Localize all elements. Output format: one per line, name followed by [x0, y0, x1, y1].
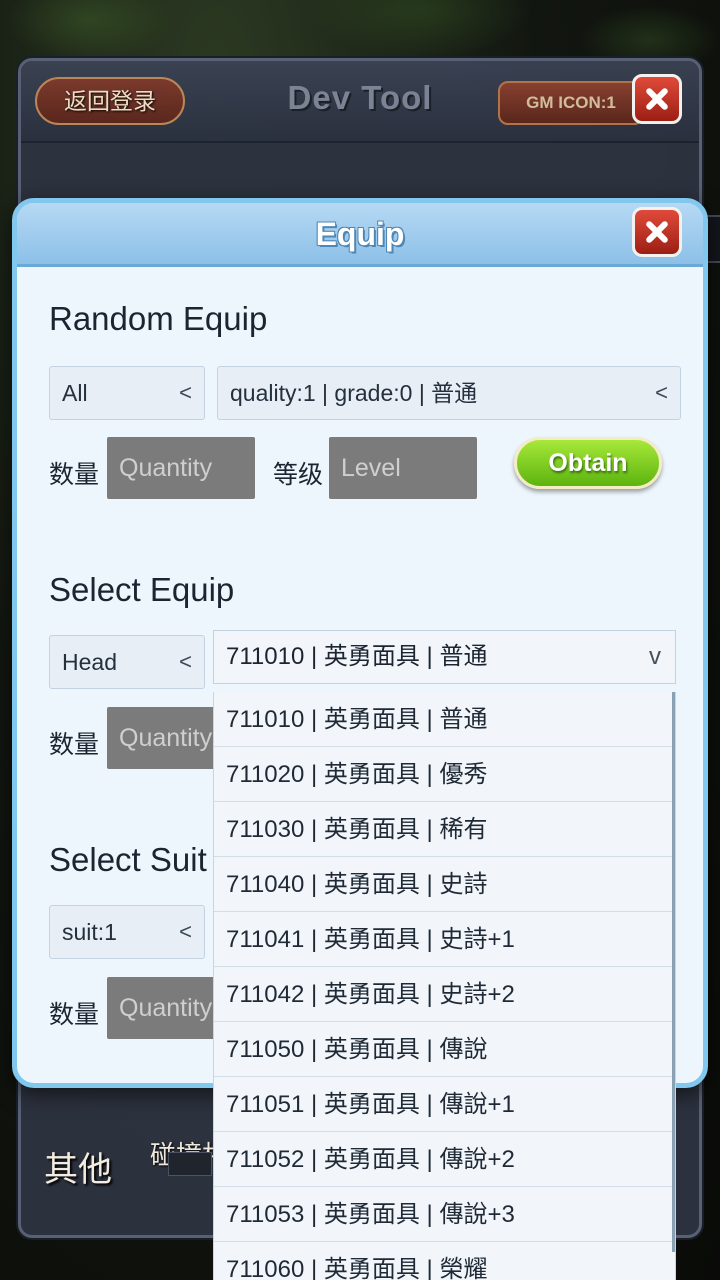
other-toggle-box[interactable]	[168, 1152, 212, 1176]
select-equip-quantity-label: 数量	[49, 731, 100, 759]
list-item[interactable]: 711053 | 英勇面具 | 傳說+3	[214, 1187, 675, 1242]
list-item[interactable]: 711010 | 英勇面具 | 普通	[214, 692, 675, 747]
list-item[interactable]: 711040 | 英勇面具 | 史詩	[214, 857, 675, 912]
select-suit-value: suit:1	[62, 919, 117, 945]
chevron-left-icon: <	[179, 649, 192, 674]
dropdown-scrollbar[interactable]	[672, 692, 675, 1252]
list-item[interactable]: 711041 | 英勇面具 | 史詩+1	[214, 912, 675, 967]
list-item[interactable]: 711030 | 英勇面具 | 稀有	[214, 802, 675, 857]
other-label: 其他	[44, 1151, 112, 1189]
list-item[interactable]: 711051 | 英勇面具 | 傳說+1	[214, 1077, 675, 1132]
random-equip-quantity-label: 数量	[49, 461, 100, 489]
random-equip-level-label: 等级	[273, 461, 324, 489]
random-equip-quantity-input[interactable]	[107, 437, 255, 499]
select-equip-item-value: 711010 | 英勇面具 | 普通	[226, 643, 488, 670]
list-item[interactable]: 711042 | 英勇面具 | 史詩+2	[214, 967, 675, 1022]
obtain-button[interactable]: Obtain	[514, 437, 662, 489]
chevron-left-icon: <	[179, 380, 192, 405]
list-item[interactable]: 711060 | 英勇面具 | 榮耀	[214, 1242, 675, 1280]
equip-dialog-title: Equip	[315, 216, 405, 252]
gm-icon-button[interactable]: GM ICON:1	[498, 81, 644, 125]
random-equip-level-input[interactable]	[329, 437, 477, 499]
equip-dialog-close-icon[interactable]	[632, 207, 682, 257]
dev-tool-close-icon[interactable]	[632, 74, 682, 124]
equip-dialog-header: Equip	[17, 203, 703, 267]
random-equip-type-dropdown[interactable]: All <	[49, 366, 205, 420]
random-equip-quality-value: quality:1 | grade:0 | 普通	[230, 380, 478, 406]
random-equip-quality-dropdown[interactable]: quality:1 | grade:0 | 普通 <	[217, 366, 681, 420]
select-equip-option-list[interactable]: 711010 | 英勇面具 | 普通 711020 | 英勇面具 | 優秀 71…	[213, 692, 676, 1280]
list-item[interactable]: 711020 | 英勇面具 | 優秀	[214, 747, 675, 802]
select-suit-dropdown[interactable]: suit:1 <	[49, 905, 205, 959]
select-equip-item-dropdown[interactable]: 711010 | 英勇面具 | 普通 v	[213, 630, 676, 684]
select-equip-slot-dropdown[interactable]: Head <	[49, 635, 205, 689]
select-equip-slot-value: Head	[62, 649, 117, 675]
screen: 返回登录 Dev Tool GM ICON:1 Currency 0 0 50 …	[0, 0, 720, 1280]
list-item[interactable]: 711050 | 英勇面具 | 傳說	[214, 1022, 675, 1077]
select-suit-quantity-label: 数量	[49, 1001, 100, 1029]
select-equip-heading: Select Equip	[49, 571, 235, 608]
random-equip-heading: Random Equip	[49, 300, 268, 337]
chevron-down-icon: v	[649, 643, 661, 670]
select-suit-heading: Select Suit	[49, 841, 207, 878]
list-item[interactable]: 711052 | 英勇面具 | 傳說+2	[214, 1132, 675, 1187]
chevron-left-icon: <	[179, 919, 192, 944]
random-equip-type-value: All	[62, 380, 88, 406]
chevron-left-icon: <	[655, 380, 668, 405]
